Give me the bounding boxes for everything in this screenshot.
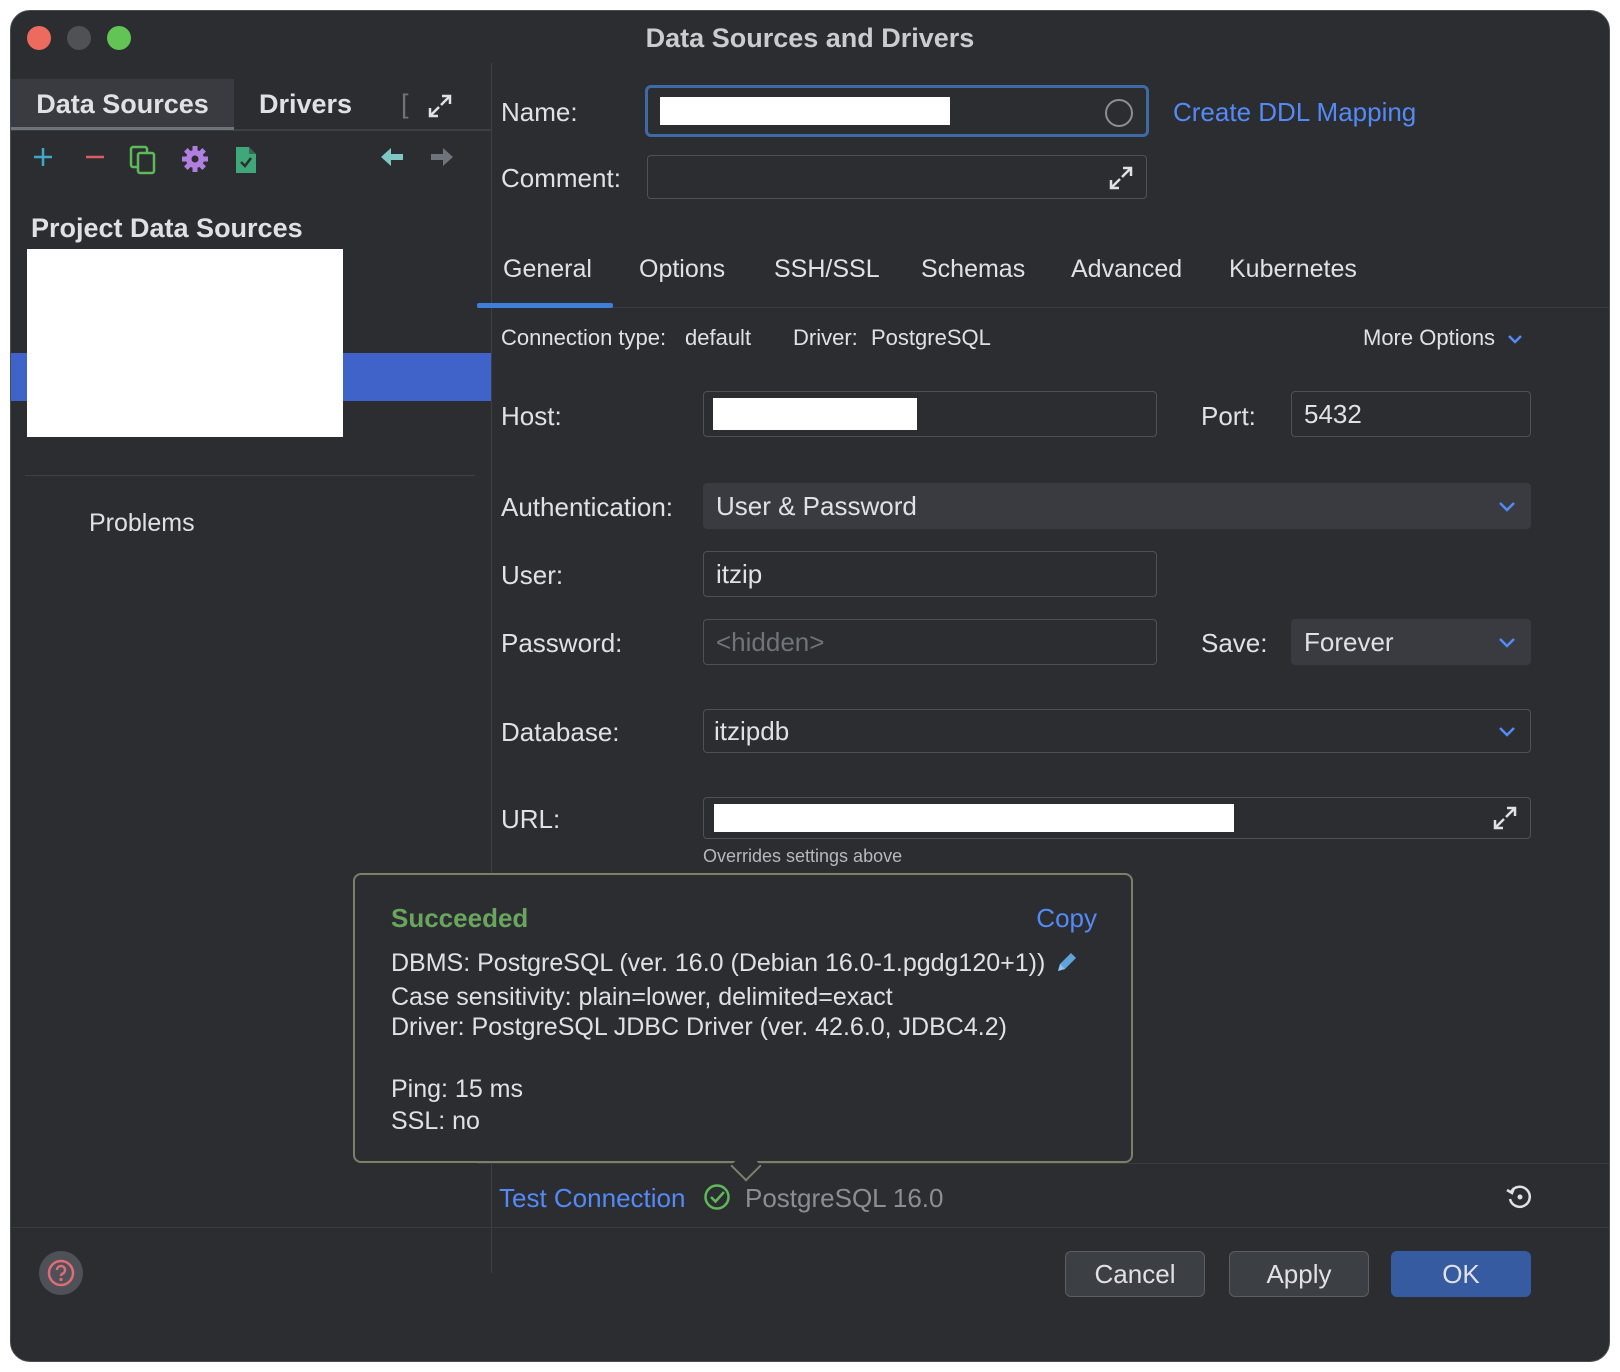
title-bar: Data Sources and Drivers [11,11,1609,63]
host-input[interactable] [703,391,1157,437]
tab-general[interactable]: General [503,255,592,284]
tab-advanced[interactable]: Advanced [1071,255,1182,284]
connection-type-link[interactable]: default [685,325,751,351]
database-value: itzipdb [714,715,790,746]
chevron-down-icon [1499,638,1515,648]
database-select[interactable]: itzipdb [703,709,1531,753]
chevron-down-icon [1508,335,1523,344]
save-select[interactable]: Forever [1291,619,1531,665]
cancel-button[interactable]: Cancel [1065,1251,1205,1297]
url-hint: Overrides settings above [703,846,903,866]
more-options-label: More Options [1363,325,1496,350]
status-succeeded: Succeeded [391,903,529,933]
apply-button[interactable]: Apply [1229,1251,1369,1297]
footer-divider [11,1227,1609,1228]
user-input[interactable]: itzip [703,551,1157,597]
ssl-info: SSL: no [391,1107,480,1135]
help-button[interactable] [39,1251,83,1295]
url-input[interactable] [703,797,1531,839]
redacted-host-value [713,398,917,430]
redacted-url-value [714,804,1234,832]
comment-label: Comment: [501,163,621,193]
tab-data-sources[interactable]: Data Sources [11,79,234,129]
driver-link[interactable]: PostgreSQL [871,325,991,351]
authentication-select[interactable]: User & Password [703,483,1531,529]
expand-icon[interactable] [427,93,453,119]
chevron-down-icon [1499,502,1515,512]
success-check-icon [704,1184,730,1210]
more-options-link[interactable]: More Options [1363,325,1523,351]
dialog-window: Data Sources and Drivers Data Sources Dr… [10,10,1610,1362]
user-label: User: [501,560,564,590]
tab-ssh-ssl[interactable]: SSH/SSL [774,255,880,284]
help-icon [47,1259,75,1287]
tab-options[interactable]: Options [639,255,725,284]
password-placeholder: <hidden> [716,626,825,657]
file-icon[interactable] [233,145,259,175]
status-divider [477,1163,1609,1164]
problems-item[interactable]: Problems [89,509,195,538]
back-arrow-icon[interactable] [379,145,405,169]
pencil-icon[interactable] [1054,949,1080,975]
name-label: Name: [501,97,578,127]
url-label: URL: [501,804,561,834]
forward-arrow-icon[interactable] [429,145,455,169]
password-label: Password: [501,628,623,658]
tab-kubernetes[interactable]: Kubernetes [1229,255,1357,284]
driver-label: Driver: [793,325,858,350]
tabs-divider [477,307,1609,308]
remove-icon[interactable] [83,145,107,169]
duplicate-icon[interactable] [129,145,157,175]
authentication-value: User & Password [716,490,917,521]
tab-active-indicator [477,303,613,308]
ping-info: Ping: 15 ms [391,1075,524,1103]
chevron-down-icon [1499,727,1515,737]
expand-url-icon[interactable] [1492,805,1518,831]
port-label: Port: [1201,401,1256,431]
case-sensitivity-info: Case sensitivity: plain=lower, delimited… [391,983,893,1011]
name-input[interactable] [645,85,1149,137]
test-connection-link[interactable]: Test Connection [499,1183,685,1214]
dbms-text: DBMS: PostgreSQL (ver. 16.0 (Debian 16.0… [391,949,1046,977]
test-result-popup: Succeeded Copy DBMS: PostgreSQL (ver. 16… [353,873,1133,1182]
ok-button[interactable]: OK [1391,1251,1531,1297]
tab-overflow[interactable]: [ [401,79,409,129]
database-label: Database: [501,717,620,747]
port-input[interactable]: 5432 [1291,391,1531,437]
create-ddl-mapping-link[interactable]: Create DDL Mapping [1173,97,1416,128]
password-input[interactable]: <hidden> [703,619,1157,665]
copy-link[interactable]: Copy [1036,903,1097,934]
color-circle-icon[interactable] [1104,98,1134,128]
dbms-info: DBMS: PostgreSQL (ver. 16.0 (Debian 16.0… [391,949,1080,978]
popup-pointer [730,1150,762,1182]
reset-icon[interactable] [1505,1183,1533,1211]
server-version: PostgreSQL 16.0 [745,1183,944,1213]
tab-schemas[interactable]: Schemas [921,255,1025,284]
window-title: Data Sources and Drivers [645,23,975,53]
left-tab-active-indicator [11,127,234,130]
host-label: Host: [501,401,562,431]
authentication-label: Authentication: [501,492,674,522]
driver-info: Driver: PostgreSQL JDBC Driver (ver. 42.… [391,1013,1007,1041]
redacted-name-value [660,97,950,125]
expand-comment-icon[interactable] [1108,165,1134,191]
left-divider [25,475,475,476]
gear-icon[interactable] [181,145,209,173]
comment-input[interactable] [647,155,1147,199]
redacted-data-source-list [27,249,343,437]
save-value: Forever [1304,626,1394,657]
tab-drivers[interactable]: Drivers [259,79,352,129]
add-icon[interactable] [31,145,55,169]
save-label: Save: [1201,628,1268,658]
project-data-sources-heading: Project Data Sources [31,213,303,243]
connection-type-label: Connection type: [501,325,667,350]
